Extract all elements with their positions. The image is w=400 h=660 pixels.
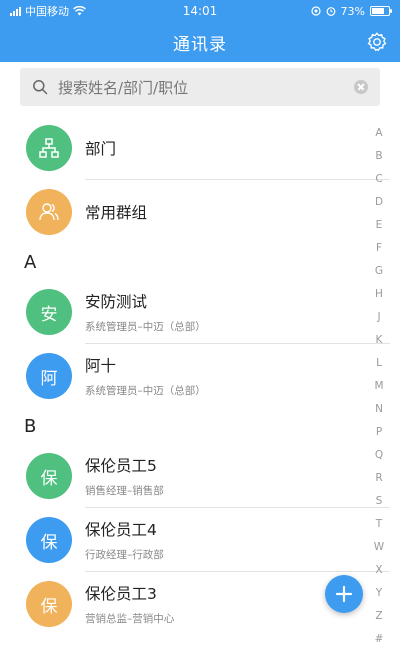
location-lock-icon: [310, 6, 321, 16]
avatar: 保: [26, 581, 72, 627]
avatar: 阿: [26, 353, 72, 399]
index-letter[interactable]: Z: [375, 605, 382, 628]
search-placeholder: 搜索姓名/部门/职位: [58, 78, 189, 97]
index-letter[interactable]: #: [375, 628, 384, 651]
wifi-icon: [73, 6, 86, 16]
index-letter[interactable]: M: [374, 375, 383, 398]
search-input[interactable]: 搜索姓名/部门/职位: [20, 68, 380, 106]
index-letter[interactable]: T: [376, 513, 382, 536]
common-groups-entry[interactable]: 常用群组: [0, 180, 400, 244]
entry-label: 常用群组: [85, 204, 148, 222]
list-item[interactable]: 阿 阿十 系统管理员–中迈（总部）: [0, 344, 400, 408]
clear-icon[interactable]: [354, 80, 368, 94]
add-button[interactable]: [325, 575, 363, 613]
list-item[interactable]: 安 安防测试 系统管理员–中迈（总部）: [0, 280, 400, 344]
index-letter[interactable]: S: [376, 490, 383, 513]
contact-name: 安防测试: [85, 293, 148, 311]
app-header: 中国移动 14:01 73% 通讯录: [0, 0, 400, 62]
search-icon: [33, 80, 48, 95]
contact-name: 保伦员工3: [85, 585, 157, 603]
entry-label: 部门: [85, 140, 117, 158]
plus-icon: [335, 585, 353, 603]
page-title: 通讯录: [173, 34, 227, 55]
index-letter[interactable]: H: [375, 283, 383, 306]
department-entry[interactable]: 部门: [0, 116, 400, 180]
index-letter[interactable]: D: [375, 191, 383, 214]
list-item[interactable]: 保 保伦员工5 销售经理–销售部: [0, 444, 400, 508]
index-letter[interactable]: X: [375, 559, 382, 582]
signal-icon: [10, 6, 21, 16]
index-letter[interactable]: A: [375, 122, 382, 145]
index-letter[interactable]: P: [376, 421, 382, 444]
index-letter[interactable]: E: [376, 214, 383, 237]
avatar: 保: [26, 517, 72, 563]
list-item[interactable]: 保 保伦员工4 行政经理–行政部: [0, 508, 400, 572]
group-icon: [26, 189, 72, 235]
contact-subtitle: 营销总监–营销中心: [85, 613, 175, 625]
avatar: 保: [26, 453, 72, 499]
alarm-icon: [326, 7, 335, 16]
carrier-label: 中国移动: [25, 5, 69, 18]
index-letter[interactable]: W: [374, 536, 384, 559]
contact-name: 保伦员工5: [85, 457, 157, 475]
contact-list: 部门 常用群组 A 安 安防测试 系统管理员–中迈（总部） 阿 阿十 系统管理员…: [0, 116, 400, 636]
index-letter[interactable]: R: [375, 467, 382, 490]
index-letter[interactable]: C: [375, 168, 382, 191]
index-letter[interactable]: J: [377, 306, 380, 329]
search-bar: 搜索姓名/部门/职位: [0, 62, 400, 112]
org-chart-icon: [26, 125, 72, 171]
avatar: 安: [26, 289, 72, 335]
section-header-a: A: [24, 251, 37, 273]
alphabet-index[interactable]: A B C D E F G H J K L M N P Q R S T W X …: [371, 122, 387, 651]
index-letter[interactable]: F: [376, 237, 382, 260]
contact-subtitle: 系统管理员–中迈（总部）: [85, 385, 206, 397]
index-letter[interactable]: L: [376, 352, 382, 375]
section-header-b: B: [24, 415, 37, 437]
index-letter[interactable]: Y: [376, 582, 382, 605]
index-letter[interactable]: N: [375, 398, 383, 421]
index-letter[interactable]: B: [375, 145, 382, 168]
contact-subtitle: 系统管理员–中迈（总部）: [85, 321, 206, 333]
contact-subtitle: 行政经理–行政部: [85, 549, 164, 561]
battery-icon: [370, 6, 392, 16]
battery-percent: 73%: [340, 4, 365, 18]
contact-subtitle: 销售经理–销售部: [85, 485, 164, 497]
index-letter[interactable]: K: [376, 329, 383, 352]
contact-name: 保伦员工4: [85, 521, 157, 539]
index-letter[interactable]: G: [375, 260, 383, 283]
contact-name: 阿十: [85, 357, 117, 375]
status-bar: 中国移动 14:01 73%: [0, 0, 400, 22]
gear-icon[interactable]: [366, 31, 388, 53]
index-letter[interactable]: Q: [375, 444, 383, 467]
